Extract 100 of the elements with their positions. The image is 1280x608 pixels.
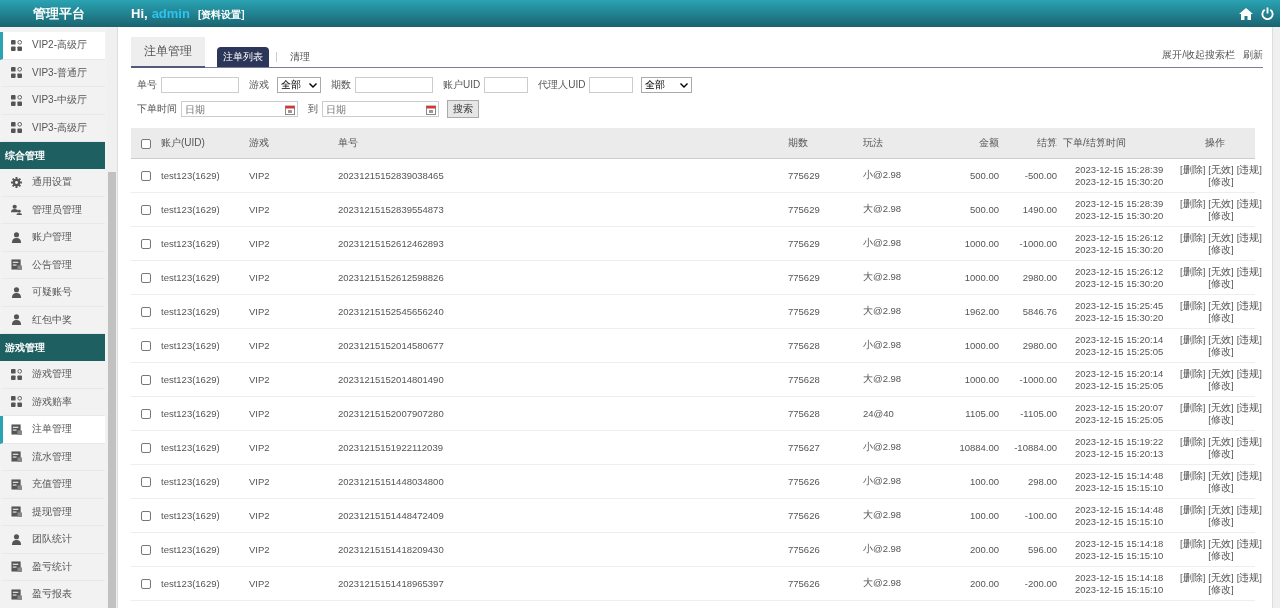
action-link[interactable]: [违规]	[1236, 469, 1262, 482]
action-link[interactable]: [删除]	[1180, 333, 1206, 346]
account-uid-field[interactable]	[484, 77, 529, 93]
action-link[interactable]: [违规]	[1236, 435, 1262, 448]
action-link[interactable]: [删除]	[1180, 571, 1206, 584]
sidebar-item[interactable]: 团队统计	[0, 526, 105, 554]
sidebar-item[interactable]: 提现管理	[0, 498, 105, 526]
checkbox[interactable]	[141, 341, 151, 352]
sidebar-item[interactable]: VIP3-普通厅	[0, 59, 105, 87]
sidebar-item[interactable]: 注单管理	[0, 416, 105, 444]
action-link[interactable]: [修改]	[1208, 481, 1234, 494]
checkbox[interactable]	[141, 138, 151, 149]
sidebar-item[interactable]: 盈亏统计	[0, 553, 105, 581]
action-link[interactable]: [无效]	[1208, 503, 1234, 516]
checkbox[interactable]	[141, 511, 151, 522]
action-link[interactable]: [违规]	[1236, 299, 1262, 312]
checkbox[interactable]	[141, 273, 151, 284]
action-link[interactable]: [删除]	[1180, 163, 1206, 176]
profile-settings-link[interactable]: [资料设置]	[197, 7, 245, 22]
sidebar-item[interactable]: 游戏管理	[0, 361, 105, 389]
sidebar-item[interactable]: 公告管理	[0, 251, 105, 279]
checkbox[interactable]	[141, 205, 151, 216]
order-number-field[interactable]	[161, 77, 239, 93]
power-icon[interactable]	[1261, 7, 1274, 20]
caret-icon[interactable]	[680, 82, 689, 88]
date-field[interactable]: 日期	[181, 101, 298, 117]
action-link[interactable]: [修改]	[1208, 277, 1234, 290]
sidebar-item[interactable]: 通用设置	[0, 169, 105, 197]
sub-tab[interactable]: 注单列表	[217, 47, 269, 67]
sub-tab[interactable]: 清理	[284, 47, 316, 67]
action-link[interactable]: [无效]	[1208, 367, 1234, 380]
action-link[interactable]: [无效]	[1208, 469, 1234, 482]
checkbox[interactable]	[141, 443, 151, 454]
action-link[interactable]: [删除]	[1180, 435, 1206, 448]
action-link[interactable]: [违规]	[1236, 367, 1262, 380]
action-link[interactable]: [违规]	[1236, 265, 1262, 278]
action-link[interactable]: [无效]	[1208, 571, 1234, 584]
action-link[interactable]: [修改]	[1208, 583, 1234, 596]
action-link[interactable]: [无效]	[1208, 163, 1234, 176]
action-link[interactable]: [修改]	[1208, 243, 1234, 256]
caret-icon[interactable]	[309, 82, 317, 88]
sidebar-item[interactable]: 盈亏报表	[0, 581, 105, 608]
action-link[interactable]: [删除]	[1180, 231, 1206, 244]
action-link[interactable]: [违规]	[1236, 401, 1262, 414]
sidebar-item[interactable]: 充值管理	[0, 471, 105, 499]
action-link[interactable]: [修改]	[1208, 311, 1234, 324]
toolbar-link[interactable]: 刷新	[1243, 48, 1263, 62]
action-link[interactable]: [修改]	[1208, 549, 1234, 562]
action-link[interactable]: [删除]	[1180, 367, 1206, 380]
action-link[interactable]: [修改]	[1208, 209, 1234, 222]
action-link[interactable]: [无效]	[1208, 299, 1234, 312]
date-field[interactable]: 日期	[322, 101, 439, 117]
sidebar-item[interactable]: 管理员管理	[0, 196, 105, 224]
select-dropdown[interactable]: 全部	[277, 77, 321, 93]
action-link[interactable]: [无效]	[1208, 401, 1234, 414]
action-link[interactable]: [违规]	[1236, 571, 1262, 584]
action-link[interactable]: [修改]	[1208, 447, 1234, 460]
action-link[interactable]: [删除]	[1180, 299, 1206, 312]
sidebar-item[interactable]: 账户管理	[0, 224, 105, 252]
action-link[interactable]: [无效]	[1208, 231, 1234, 244]
sidebar-item[interactable]: 可疑账号	[0, 279, 105, 307]
action-link[interactable]: [删除]	[1180, 401, 1206, 414]
action-link[interactable]: [违规]	[1236, 163, 1262, 176]
action-link[interactable]: [修改]	[1208, 413, 1234, 426]
action-link[interactable]: [修改]	[1208, 175, 1234, 188]
action-link[interactable]: [无效]	[1208, 197, 1234, 210]
select-dropdown[interactable]: 全部	[641, 77, 693, 93]
action-link[interactable]: [删除]	[1180, 537, 1206, 550]
agent-uid-field[interactable]	[589, 77, 634, 93]
checkbox[interactable]	[141, 579, 151, 590]
action-link[interactable]: [修改]	[1208, 345, 1234, 358]
action-link[interactable]: [违规]	[1236, 231, 1262, 244]
action-link[interactable]: [无效]	[1208, 333, 1234, 346]
action-link[interactable]: [修改]	[1208, 515, 1234, 528]
page-tab[interactable]: 注单管理	[131, 37, 205, 68]
action-link[interactable]: [无效]	[1208, 435, 1234, 448]
page-scrollbar[interactable]	[1272, 27, 1280, 608]
home-icon[interactable]	[1239, 7, 1253, 20]
action-link[interactable]: [违规]	[1236, 537, 1262, 550]
calendar-icon[interactable]	[426, 105, 436, 115]
period-field[interactable]	[355, 77, 433, 93]
action-link[interactable]: [删除]	[1180, 197, 1206, 210]
action-link[interactable]: [违规]	[1236, 333, 1262, 346]
checkbox[interactable]	[141, 375, 151, 386]
sidebar-item[interactable]: 流水管理	[0, 443, 105, 471]
checkbox[interactable]	[141, 239, 151, 250]
action-link[interactable]: [违规]	[1236, 197, 1262, 210]
action-link[interactable]: [无效]	[1208, 265, 1234, 278]
action-link[interactable]: [删除]	[1180, 265, 1206, 278]
checkbox[interactable]	[141, 545, 151, 556]
action-link[interactable]: [修改]	[1208, 379, 1234, 392]
calendar-icon[interactable]	[285, 105, 295, 115]
checkbox[interactable]	[141, 171, 151, 182]
search-button[interactable]: 搜索	[447, 100, 479, 118]
sidebar-item[interactable]: VIP3-中级厅	[0, 87, 105, 115]
toolbar-link[interactable]: 展开/收起搜索栏	[1162, 48, 1235, 62]
checkbox[interactable]	[141, 477, 151, 488]
action-link[interactable]: [无效]	[1208, 537, 1234, 550]
sidebar-item[interactable]: VIP2-高级厅	[0, 32, 105, 60]
action-link[interactable]: [删除]	[1180, 503, 1206, 516]
